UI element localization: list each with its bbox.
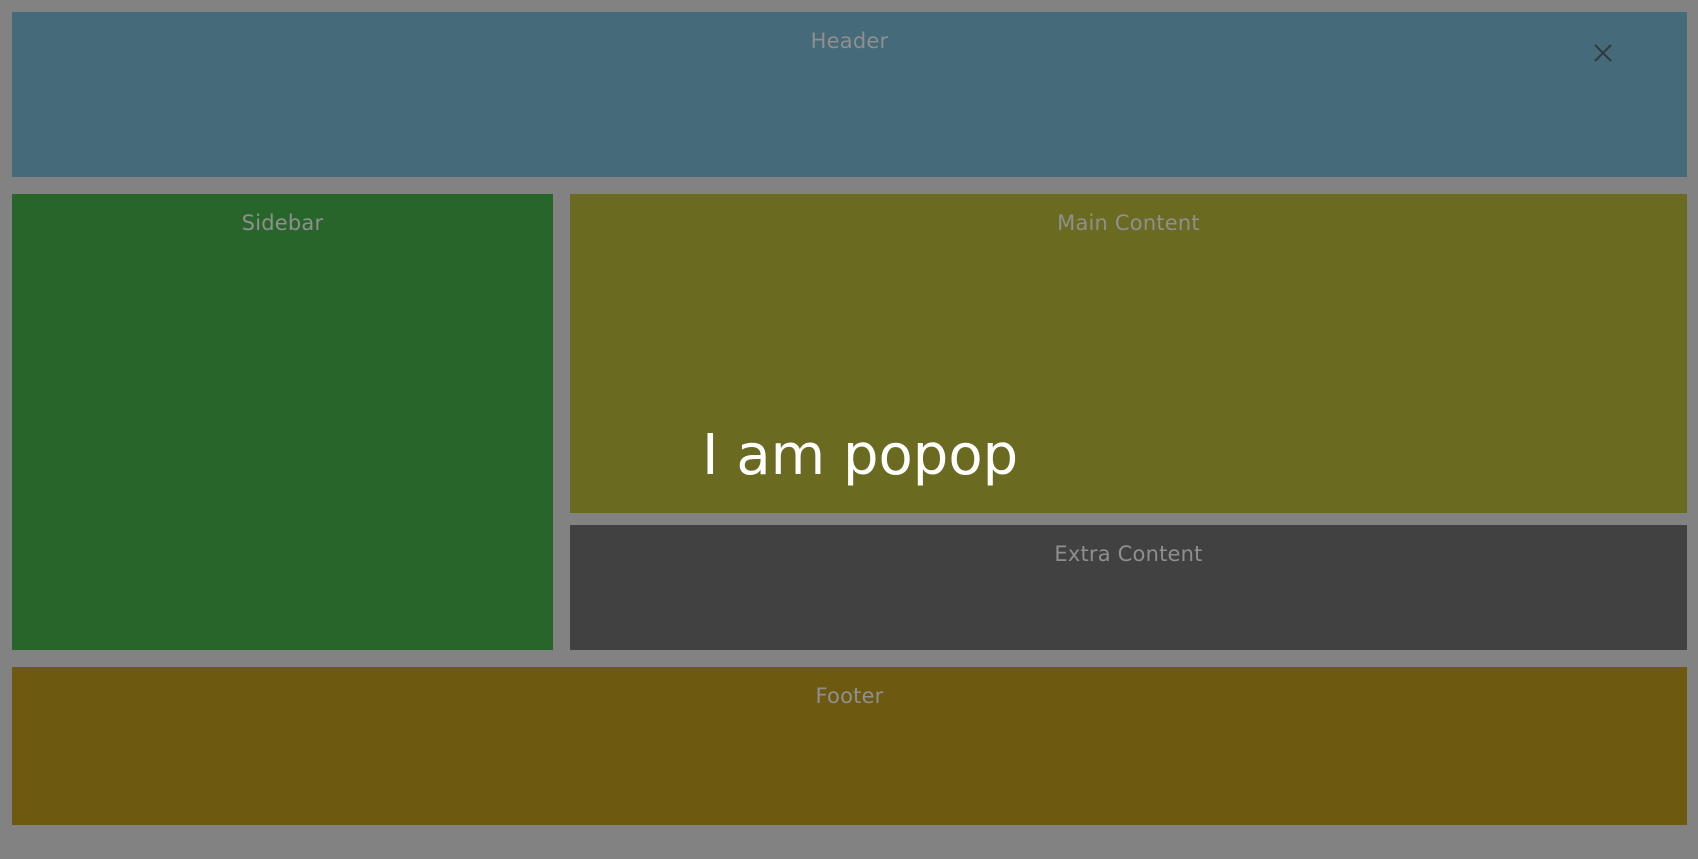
popup-message: I am popop	[702, 423, 1019, 488]
header-label: Header	[810, 29, 889, 53]
page: Header Sidebar Main Content Extra Conten…	[0, 0, 1698, 859]
footer-label: Footer	[815, 684, 884, 708]
close-button[interactable]	[1588, 38, 1618, 68]
extra-content-label: Extra Content	[1054, 542, 1203, 566]
close-icon	[1588, 38, 1618, 68]
header-region: Header	[12, 12, 1687, 177]
extra-content-region: Extra Content	[570, 525, 1687, 650]
sidebar-label: Sidebar	[241, 211, 324, 235]
sidebar-region: Sidebar	[12, 194, 553, 650]
main-content-label: Main Content	[1057, 211, 1200, 235]
footer-region: Footer	[12, 667, 1687, 825]
